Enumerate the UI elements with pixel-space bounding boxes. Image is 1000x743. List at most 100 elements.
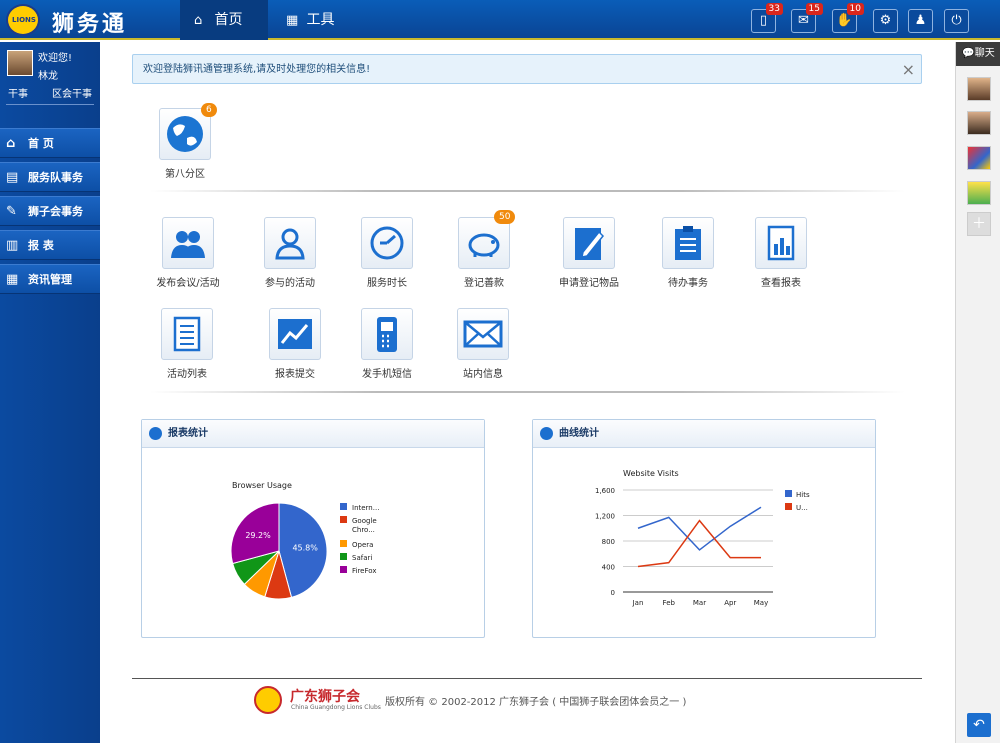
sidebar-item-lions-club[interactable]: ✎ 狮子会事务: [0, 196, 100, 226]
welcome-text: 欢迎您!: [38, 53, 73, 64]
tile-activity-list[interactable]: 活动列表: [137, 308, 237, 380]
line-chart-panel: 曲线统计 Website Visits 1,600 1,200 800 400 0 Jan F…: [532, 419, 876, 638]
piggy-bank-icon: [468, 233, 500, 257]
back-icon[interactable]: ↶: [967, 713, 991, 737]
tile-service-hours[interactable]: 服务时长: [337, 217, 437, 289]
notice-text: 欢迎登陆狮讯通管理系统,请及时处理您的相关信息!: [143, 64, 371, 75]
clipboard-icon: ▤: [6, 170, 19, 185]
sidebar-item-reports[interactable]: ▥ 报 表: [0, 230, 100, 260]
tile-label: 登记善款: [464, 278, 504, 289]
legend-label: Hits: [796, 491, 810, 499]
pie-chart-panel: 报表统计 Browser Usage 45.8% 29.2% Intern... Goo…: [141, 419, 485, 638]
legend-label: Google: [352, 517, 377, 525]
tile-icon-box: [161, 308, 213, 360]
tile-label: 站内信息: [463, 369, 503, 380]
legend-swatch: [340, 516, 347, 523]
legend-swatch: [785, 490, 792, 497]
mobile-button[interactable]: ▯ 33: [751, 3, 783, 33]
tile-publish-meeting[interactable]: 发布会议/活动: [138, 217, 238, 289]
tile-todo[interactable]: 待办事务: [638, 217, 738, 289]
settings-button[interactable]: ⚙: [873, 9, 898, 33]
tile-icon-box: [458, 217, 510, 269]
friend-avatar[interactable]: [967, 77, 991, 101]
mail-button[interactable]: ✉ 15: [791, 3, 823, 33]
legend-swatch: [340, 503, 347, 510]
user-role: 干事: [8, 89, 28, 100]
legend-swatch: [785, 503, 792, 510]
home-icon: ⌂: [6, 136, 16, 151]
trend-icon: [278, 319, 312, 349]
tile-send-sms[interactable]: 发手机短信: [337, 308, 437, 380]
legend-label: Opera: [352, 541, 373, 549]
person-icon: [275, 228, 305, 260]
footer-divider: [132, 678, 922, 679]
tile-icon-box: [162, 217, 214, 269]
chat-sidebar: 💬聊天 ＋ ↶: [955, 42, 1000, 743]
app-title: 狮务通: [52, 12, 128, 37]
notepad-icon: [575, 228, 605, 260]
tile-view-reports[interactable]: 查看报表: [731, 217, 831, 289]
divider: [150, 190, 905, 192]
hand-icon: ✋: [836, 13, 853, 28]
x-tick-label: Mar: [693, 599, 706, 607]
district-label: 第八分区: [165, 169, 205, 180]
sidebar-item-label: 资讯管理: [28, 273, 72, 286]
close-icon[interactable]: ×: [902, 55, 915, 85]
list-icon: [173, 316, 201, 352]
power-button[interactable]: ⏻: [944, 9, 969, 33]
tile-register-donation[interactable]: 50 登记善款: [434, 210, 534, 289]
mail-icon: ✉: [798, 13, 809, 28]
copyright: 版权所有 © 2002-2012 广东狮子会 ( 中国狮子联会团体会员之一 ): [385, 697, 687, 708]
tile-submit-report[interactable]: 报表提交: [245, 308, 345, 380]
avatar[interactable]: [7, 50, 33, 76]
notice-banner: 欢迎登陆狮讯通管理系统,请及时处理您的相关信息! ×: [132, 54, 922, 84]
tile-site-messages[interactable]: 站内信息: [433, 308, 533, 380]
y-tick-label: 1,600: [595, 487, 615, 495]
chat-tab[interactable]: 💬聊天: [956, 42, 1000, 66]
tile-icon-box: [269, 308, 321, 360]
friend-avatar[interactable]: [967, 181, 991, 205]
sidebar-item-label: 狮子会事务: [28, 205, 83, 218]
nav-home[interactable]: ⌂ 首页: [180, 0, 268, 40]
line-chart: Website Visits 1,600 1,200 800 400 0 Jan Feb Mar…: [595, 469, 810, 607]
sidebar-item-home[interactable]: ⌂ 首 页: [0, 128, 100, 158]
user-button[interactable]: ♟: [908, 9, 933, 33]
people-icon: [171, 231, 205, 258]
district-tile[interactable]: 6 第八分区: [135, 103, 235, 180]
y-tick-label: 800: [602, 538, 615, 546]
nav-home-label: 首页: [214, 12, 243, 28]
x-tick-label: Feb: [663, 599, 676, 607]
sidebar-item-label: 服务队事务: [28, 171, 83, 184]
chart-title: Website Visits: [623, 469, 679, 478]
mail-badge: 15: [805, 3, 823, 15]
legend-label: FireFox: [352, 567, 376, 575]
y-tick-label: 1,200: [595, 513, 615, 521]
phone-icon: [377, 317, 397, 352]
tile-my-activities[interactable]: 参与的活动: [240, 217, 340, 289]
chat-label: 聊天: [974, 48, 995, 59]
tile-label: 参与的活动: [265, 278, 315, 289]
slice-label: 45.8%: [292, 544, 318, 553]
tile-label: 活动列表: [167, 369, 207, 380]
tile-icon-box: [361, 217, 413, 269]
sidebar-item-info-management[interactable]: ▦ 资讯管理: [0, 264, 100, 294]
add-friend-icon[interactable]: ＋: [967, 212, 991, 236]
nav-tools[interactable]: ▦ 工具: [272, 0, 372, 40]
tile-apply-items[interactable]: 申请登记物品: [539, 217, 639, 289]
friend-avatar[interactable]: [967, 111, 991, 135]
legend-label: Safari: [352, 554, 372, 562]
x-tick-label: Jan: [632, 599, 644, 607]
document-icon: ▥: [6, 238, 19, 253]
legend-swatch: [340, 553, 347, 560]
panel-header: 曲线统计: [533, 420, 875, 448]
sidebar-item-service-team[interactable]: ▤ 服务队事务: [0, 162, 100, 192]
mobile-badge: 33: [765, 3, 783, 15]
slice-label: 29.2%: [245, 531, 271, 540]
friend-avatar[interactable]: [967, 146, 991, 170]
tile-label: 待办事务: [668, 278, 708, 289]
hand-button[interactable]: ✋ 10: [832, 3, 864, 33]
y-tick-label: 400: [602, 564, 615, 572]
home-icon: ⌂: [194, 13, 203, 28]
lions-logo: LIONS: [6, 4, 40, 36]
power-icon: ⏻: [951, 13, 962, 28]
